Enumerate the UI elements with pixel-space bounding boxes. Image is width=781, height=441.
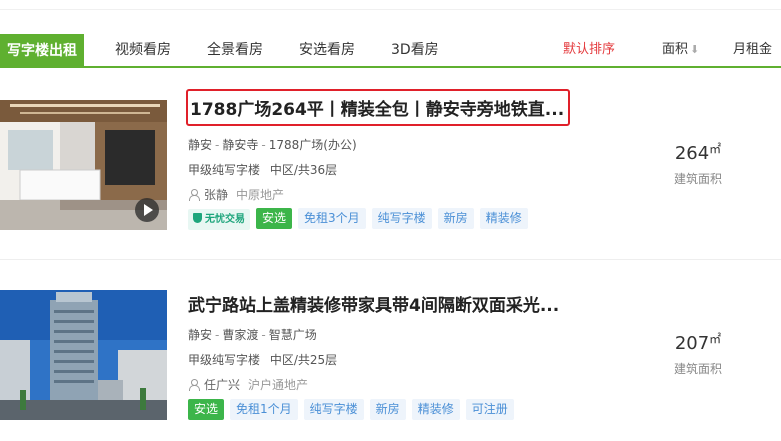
shield-icon (193, 213, 202, 223)
person-icon (188, 189, 200, 201)
area-value: 264 (674, 143, 710, 164)
tab-anxuan-viewing[interactable]: 安选看房 (299, 34, 355, 66)
tag-rent-free: 免租1个月 (230, 399, 298, 420)
tag-new: 新房 (437, 208, 474, 229)
tag-fine-decoration: 精装修 (411, 399, 460, 420)
listing-agent: 任广兴 沪户通地产 (188, 376, 308, 393)
safe-trade-badge: 无忧交易 (188, 209, 250, 230)
tag-anxuan: 安选 (188, 399, 225, 420)
listing-building-info: 甲级纯写字楼 中区/共25层 (188, 351, 337, 368)
listing-area: 207㎡ 建筑面积 (658, 330, 738, 377)
building-floor: 中区/共25层 (269, 353, 338, 367)
listing-building-info: 甲级纯写字楼 中区/共36层 (188, 161, 337, 178)
location-building[interactable]: 1788广场(办公) (269, 138, 357, 152)
arrow-down-icon: ⬇ (690, 43, 700, 56)
listing-item[interactable]: 1788广场264平丨精装全包丨静安寺旁地铁直... 静安 - 静安寺 -1788广场… (0, 88, 781, 248)
listing-location: 静安 - 静安寺 -1788广场(办公) (188, 138, 357, 152)
location-district[interactable]: 静安 (188, 328, 212, 342)
listing-tags: 无忧交易 安选 免租3个月 纯写字楼 新房 精装修 (188, 208, 534, 230)
listing-photo[interactable] (0, 100, 167, 230)
building-floor: 中区/共36层 (269, 163, 338, 177)
office-tower-image (0, 290, 167, 420)
area-label: 建筑面积 (673, 362, 722, 376)
play-video-icon[interactable] (135, 198, 159, 222)
top-strip (0, 0, 781, 10)
listing-area: 264㎡ 建筑面积 (658, 140, 738, 187)
building-grade: 甲级纯写字楼 (188, 353, 261, 367)
tag-anxuan: 安选 (256, 208, 293, 229)
area-label: 建筑面积 (673, 172, 722, 186)
listing-title[interactable]: 武宁路站上盖精装修带家具带4间隔断双面采光... (188, 291, 559, 316)
listing-divider (0, 259, 781, 260)
listing-title[interactable]: 1788广场264平丨精装全包丨静安寺旁地铁直... (186, 89, 571, 126)
sort-monthly-rent[interactable]: 月租金 (733, 34, 772, 66)
tab-video-viewing[interactable]: 视频看房 (115, 34, 171, 66)
tab-office-rent[interactable]: 写字楼出租 (0, 34, 84, 68)
tag-new: 新房 (369, 399, 406, 420)
sort-default[interactable]: 默认排序 (563, 34, 615, 66)
tag-rent-free: 免租3个月 (298, 208, 366, 229)
area-unit: ㎡ (709, 332, 722, 346)
building-grade: 甲级纯写字楼 (188, 163, 261, 177)
location-building[interactable]: 智慧广场 (269, 328, 317, 342)
tag-fine-decoration: 精装修 (479, 208, 528, 229)
tag-registrable: 可注册 (465, 399, 514, 420)
tag-pure-office: 纯写字楼 (371, 208, 432, 229)
location-area[interactable]: 静安寺 (222, 138, 258, 152)
tag-pure-office: 纯写字楼 (303, 399, 364, 420)
person-icon (188, 379, 200, 391)
agent-name[interactable]: 张静 (204, 188, 228, 202)
agent-company: 中原地产 (236, 188, 285, 202)
tab-3d-viewing[interactable]: 3D看房 (391, 34, 439, 66)
listing-tags: 安选 免租1个月 纯写字楼 新房 精装修 可注册 (188, 399, 520, 421)
area-value: 207 (674, 333, 710, 354)
agent-name[interactable]: 任广兴 (204, 378, 240, 392)
area-unit: ㎡ (709, 142, 722, 156)
listing-agent: 张静 中原地产 (188, 186, 284, 203)
sort-area[interactable]: 面积 ⬇ (662, 34, 699, 66)
agent-company: 沪户通地产 (248, 378, 309, 392)
listing-tabs: 写字楼出租 视频看房 全景看房 安选看房 3D看房 默认排序 面积 ⬇ 月租金 (0, 34, 781, 68)
location-district[interactable]: 静安 (188, 138, 212, 152)
listing-item[interactable]: 武宁路站上盖精装修带家具带4间隔断双面采光... 静安 - 曹家渡 - 智慧广场 甲级纯… (0, 278, 781, 438)
sort-area-label: 面积 (662, 42, 689, 57)
listing-photo[interactable] (0, 290, 167, 420)
listing-location: 静安 - 曹家渡 - 智慧广场 (188, 328, 317, 342)
tab-panorama-viewing[interactable]: 全景看房 (207, 34, 263, 66)
location-area[interactable]: 曹家渡 (222, 328, 258, 342)
